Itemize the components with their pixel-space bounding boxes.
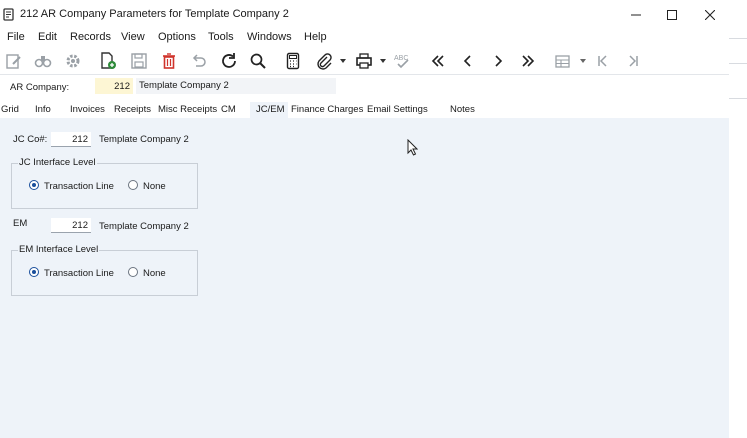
em-transaction-line-label[interactable]: Transaction Line	[44, 268, 114, 279]
find-button[interactable]	[32, 50, 54, 72]
previous-record-icon	[463, 55, 471, 67]
save-button[interactable]	[128, 50, 150, 72]
background-divider	[729, 38, 747, 39]
background-divider	[729, 63, 747, 64]
menu-bar: File Edit Records View Options Tools Win…	[0, 29, 729, 46]
em-transaction-line-radio[interactable]	[29, 267, 39, 277]
close-icon	[705, 9, 715, 20]
save-icon	[131, 53, 147, 69]
find-icon	[34, 56, 52, 68]
menu-file[interactable]: File	[7, 31, 25, 43]
maximize-button[interactable]	[653, 0, 691, 29]
jc-company-input[interactable]	[51, 132, 91, 147]
last-record-button[interactable]	[517, 50, 539, 72]
em-none-radio[interactable]	[128, 267, 138, 277]
spell-check-icon: ABC	[394, 55, 409, 69]
tab-notes[interactable]: Notes	[446, 102, 478, 118]
em-company-label: EM	[13, 218, 28, 229]
new-record-icon	[101, 52, 116, 69]
calculator-icon	[286, 52, 300, 70]
first-record-icon	[431, 55, 444, 67]
close-button[interactable]	[691, 0, 729, 29]
tab-finance-charges[interactable]: Finance Charges	[288, 102, 363, 118]
menu-records[interactable]: Records	[70, 31, 111, 43]
grid-view-dropdown-icon[interactable]	[580, 58, 586, 64]
print-icon	[356, 53, 372, 69]
tab-info[interactable]: Info	[30, 102, 58, 118]
next-record-button[interactable]	[487, 50, 509, 72]
tab-invoices[interactable]: Invoices	[66, 102, 108, 118]
ar-company-input[interactable]	[95, 78, 133, 94]
tab-cm[interactable]: CM	[216, 102, 250, 118]
menu-windows[interactable]: Windows	[247, 31, 292, 43]
minimize-button[interactable]	[617, 0, 655, 29]
tab-jc-em[interactable]: JC/EM	[250, 102, 288, 118]
ar-company-name: Template Company 2	[136, 78, 336, 94]
tab-email-settings[interactable]: Email Settings	[364, 102, 428, 118]
em-company-name: Template Company 2	[99, 221, 189, 232]
menu-view[interactable]: View	[121, 31, 145, 43]
previous-record-button[interactable]	[457, 50, 479, 72]
em-none-label[interactable]: None	[143, 268, 166, 279]
jc-company-label: JC Co#:	[13, 134, 48, 145]
jc-none-label[interactable]: None	[143, 181, 166, 192]
print-dropdown-icon[interactable]	[380, 58, 386, 64]
edit-form-icon	[6, 54, 21, 69]
app-window: 212 AR Company Parameters for Template C…	[0, 0, 729, 438]
tab-strip: Grid Info Invoices Receipts Misc Receipt…	[0, 102, 729, 118]
background-window-edge	[729, 0, 747, 438]
title-bar: 212 AR Company Parameters for Template C…	[0, 0, 729, 29]
menu-edit[interactable]: Edit	[38, 31, 57, 43]
jc-interface-level-title: JC Interface Level	[18, 157, 97, 168]
first-page-icon	[598, 55, 607, 67]
search-button[interactable]	[247, 50, 269, 72]
spell-check-button[interactable]: ABC	[392, 50, 414, 72]
attachment-icon	[317, 53, 332, 70]
refresh-icon	[222, 53, 236, 68]
settings-button[interactable]	[62, 50, 84, 72]
last-record-icon	[522, 55, 535, 67]
window-title: 212 AR Company Parameters for Template C…	[20, 8, 289, 20]
toolbar: ABC	[0, 46, 729, 75]
jc-transaction-line-radio[interactable]	[29, 180, 39, 190]
em-company-input[interactable]	[51, 218, 91, 233]
edit-form-button[interactable]	[3, 50, 25, 72]
undo-icon	[192, 54, 206, 67]
last-page-button[interactable]	[622, 50, 644, 72]
print-button[interactable]	[353, 50, 375, 72]
last-page-icon	[629, 55, 638, 67]
first-page-button[interactable]	[592, 50, 614, 72]
jc-transaction-line-label[interactable]: Transaction Line	[44, 181, 114, 192]
ar-company-label: AR Company:	[10, 82, 70, 93]
menu-options[interactable]: Options	[158, 31, 196, 43]
menu-tools[interactable]: Tools	[208, 31, 234, 43]
app-icon	[3, 8, 15, 21]
mouse-pointer-icon	[407, 139, 418, 156]
grid-view-button[interactable]	[552, 50, 574, 72]
search-icon	[250, 53, 266, 69]
next-record-icon	[495, 55, 503, 67]
undo-button[interactable]	[188, 50, 210, 72]
grid-view-icon	[555, 55, 570, 68]
settings-icon	[66, 54, 80, 68]
delete-button[interactable]	[158, 50, 180, 72]
jc-none-radio[interactable]	[128, 180, 138, 190]
minimize-icon	[631, 14, 641, 15]
attachment-dropdown-icon[interactable]	[340, 58, 346, 64]
tab-grid[interactable]: Grid	[0, 102, 22, 118]
refresh-button[interactable]	[218, 50, 240, 72]
delete-icon	[163, 53, 175, 69]
em-interface-level-title: EM Interface Level	[18, 244, 100, 255]
first-record-button[interactable]	[427, 50, 449, 72]
maximize-icon	[667, 9, 677, 20]
tab-misc-receipts[interactable]: Misc Receipts	[154, 102, 217, 118]
calculator-button[interactable]	[282, 50, 304, 72]
tab-receipts[interactable]: Receipts	[110, 102, 154, 118]
attachment-button[interactable]	[313, 50, 335, 72]
menu-help[interactable]: Help	[304, 31, 327, 43]
jc-company-name: Template Company 2	[99, 134, 189, 145]
new-record-button[interactable]	[97, 50, 119, 72]
background-divider	[729, 98, 747, 99]
